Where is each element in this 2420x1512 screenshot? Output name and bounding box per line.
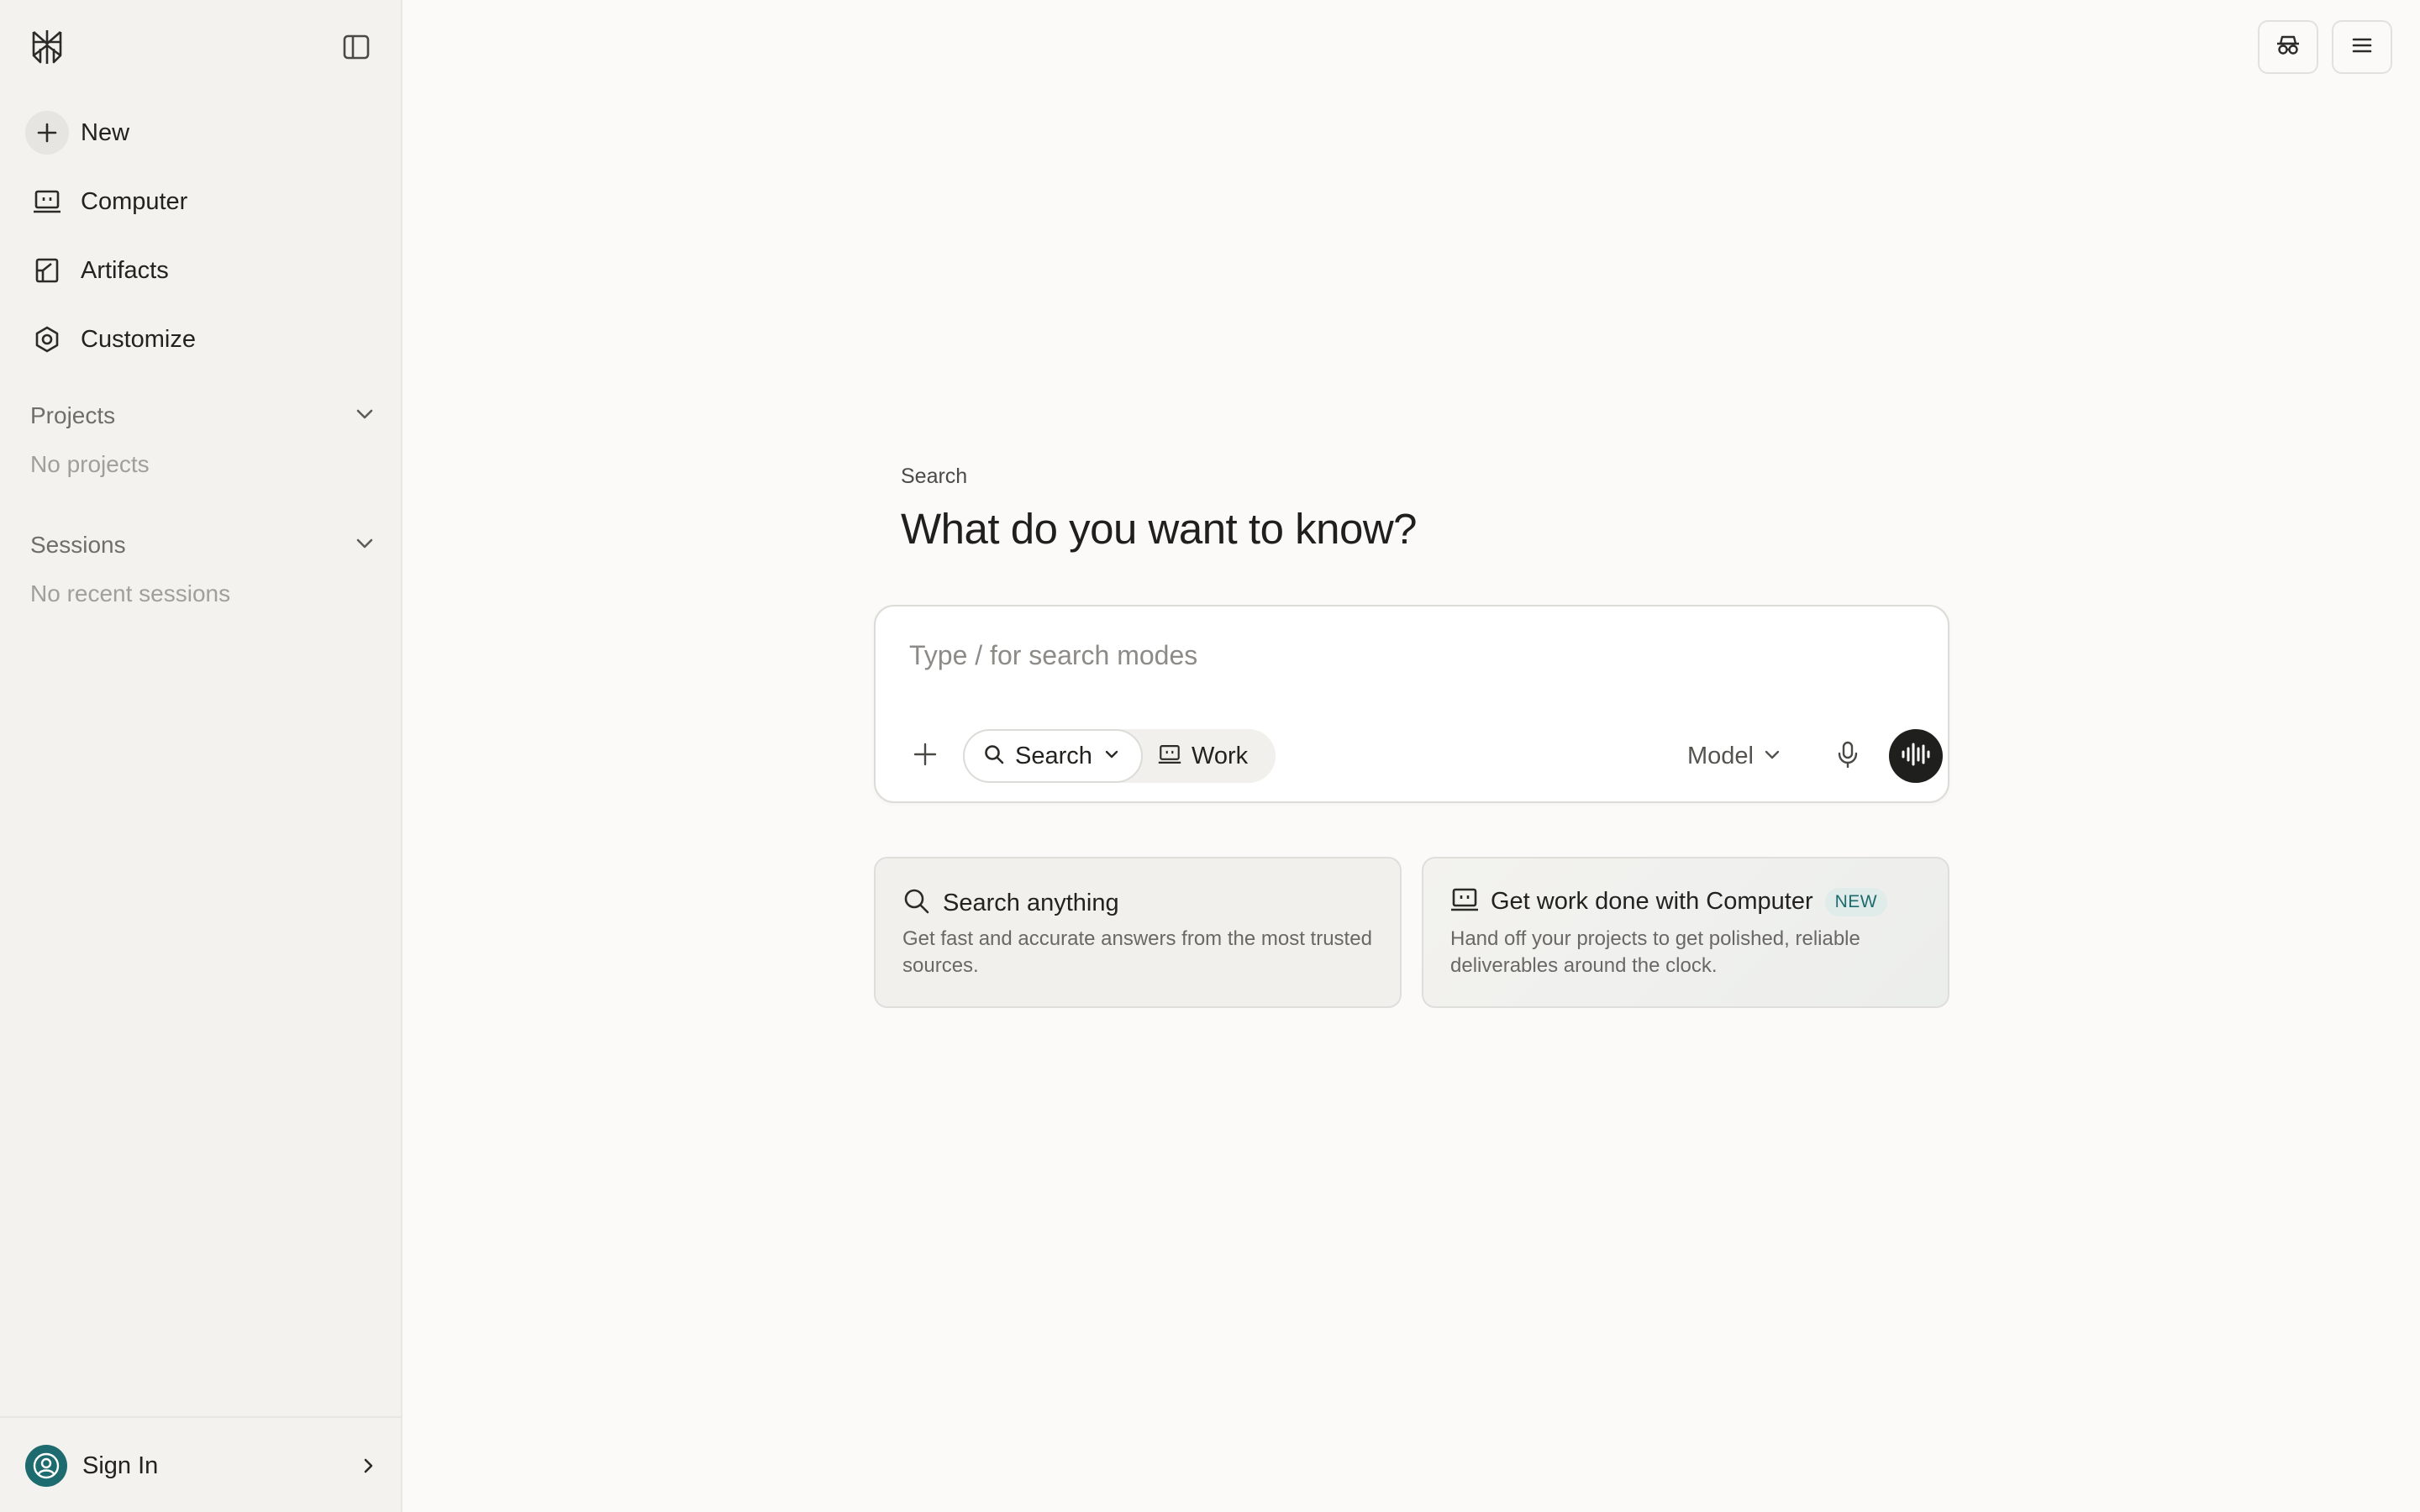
sidebar-item-computer[interactable]: Computer [24, 171, 376, 232]
mode-search-button[interactable]: Search [963, 729, 1143, 783]
attach-button[interactable] [906, 737, 944, 775]
card-description: Get fast and accurate answers from the m… [902, 927, 1372, 977]
new-badge: NEW [1824, 887, 1888, 916]
menu-button[interactable] [2332, 20, 2392, 74]
app-window: New Computer Artifacts Customize Project… [0, 0, 2420, 1512]
chevron-down-icon [1102, 745, 1121, 768]
user-circle-icon [25, 1445, 67, 1487]
artifacts-icon [25, 249, 69, 292]
mode-work-label: Work [1192, 742, 1249, 769]
nav-label-artifacts: Artifacts [81, 256, 169, 284]
search-icon [902, 887, 931, 920]
mode-search-label: Search [1015, 742, 1092, 769]
sidebar-toggle-icon[interactable] [339, 32, 373, 62]
projects-header[interactable]: Projects [30, 397, 376, 434]
sidebar-footer: Sign In [0, 1416, 401, 1512]
sessions-header[interactable]: Sessions [30, 527, 376, 564]
sidebar-nav: New Computer Artifacts Customize [24, 102, 376, 378]
sessions-section: Sessions No recent sessions [30, 527, 376, 607]
microphone-icon [1837, 741, 1859, 772]
card-title: Search anything [943, 890, 1119, 916]
card-header: Search anything [902, 887, 1119, 920]
voice-waveform-icon [1901, 742, 1931, 771]
nav-label-customize: Customize [81, 325, 196, 353]
model-label: Model [1687, 742, 1754, 769]
search-icon [983, 743, 1005, 769]
mode-toggle: Search Work [963, 729, 1276, 783]
search-input[interactable] [909, 630, 1901, 680]
page-title: What do you want to know? [901, 505, 1418, 553]
sessions-empty-text: No recent sessions [30, 580, 231, 606]
sidebar-item-artifacts[interactable]: Artifacts [24, 240, 376, 301]
projects-empty-text: No projects [30, 451, 150, 477]
computer-icon [25, 180, 69, 223]
computer-icon [1450, 887, 1479, 916]
search-box: Search Work Model [874, 605, 1949, 803]
hero-kicker: Search [901, 465, 968, 488]
new-button[interactable]: New [24, 102, 376, 163]
model-selector[interactable]: Model [1687, 734, 1782, 778]
sign-in-button[interactable]: Sign In [25, 1443, 378, 1488]
main-content: Search What do you want to know? Search [402, 0, 2420, 1512]
incognito-button[interactable] [2258, 20, 2318, 74]
chevron-right-icon [358, 1455, 378, 1481]
dictation-button[interactable] [1828, 737, 1867, 775]
nav-label-new: New [81, 118, 130, 146]
sidebar-item-customize[interactable]: Customize [24, 309, 376, 370]
incognito-icon [2275, 34, 2301, 61]
chevron-down-icon [1762, 744, 1782, 769]
voice-mode-button[interactable] [1889, 729, 1943, 783]
computer-card[interactable]: Get work done with Computer NEW Hand off… [1422, 857, 1949, 1008]
sign-in-label: Sign In [82, 1452, 159, 1479]
card-header: Get work done with Computer NEW [1450, 887, 1888, 916]
customize-icon [25, 318, 69, 361]
chevron-down-icon [353, 402, 376, 430]
nav-label-computer: Computer [81, 187, 188, 215]
mode-work-button[interactable]: Work [1155, 729, 1272, 783]
sessions-title: Sessions [30, 532, 126, 558]
hero: Search What do you want to know? [901, 465, 1418, 554]
card-title: Get work done with Computer [1491, 888, 1813, 915]
search-anything-card[interactable]: Search anything Get fast and accurate an… [874, 857, 1402, 1008]
plus-icon [25, 111, 69, 155]
sidebar-header [0, 0, 401, 94]
card-description: Hand off your projects to get polished, … [1450, 927, 1860, 977]
plus-icon [913, 742, 938, 771]
hamburger-menu-icon [2349, 34, 2375, 60]
perplexity-logo-icon[interactable] [29, 29, 66, 66]
sidebar: New Computer Artifacts Customize Project… [0, 0, 402, 1512]
projects-section: Projects No projects [30, 397, 376, 478]
chevron-down-icon [353, 532, 376, 559]
projects-title: Projects [30, 402, 116, 428]
computer-icon [1158, 743, 1181, 769]
